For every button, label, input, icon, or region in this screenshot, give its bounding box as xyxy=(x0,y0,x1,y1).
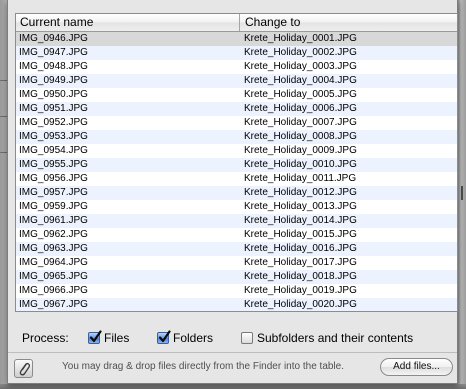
column-header-current-name[interactable]: Current name xyxy=(16,14,240,31)
table-row[interactable]: IMG_0965.JPG Krete_Holiday_0018.JPG xyxy=(16,270,457,284)
current-name-cell: IMG_0955.JPG xyxy=(19,159,88,170)
paperclip-icon xyxy=(19,362,31,376)
change-to-cell: Krete_Holiday_0004.JPG xyxy=(244,75,357,86)
change-to-cell: Krete_Holiday_0003.JPG xyxy=(244,61,357,72)
attach-files-button[interactable] xyxy=(14,359,33,378)
files-checkbox[interactable] xyxy=(88,330,102,344)
table-row[interactable]: IMG_0948.JPG Krete_Holiday_0003.JPG xyxy=(16,60,457,74)
change-to-cell: Krete_Holiday_0008.JPG xyxy=(244,131,357,142)
background-window-bottom-edge xyxy=(0,384,466,389)
current-name-cell: IMG_0962.JPG xyxy=(19,229,88,240)
subfolders-checkbox-label[interactable]: Subfolders and their contents xyxy=(257,330,413,346)
change-to-cell: Krete_Holiday_0013.JPG xyxy=(244,201,357,212)
current-name-cell: IMG_0952.JPG xyxy=(19,117,88,128)
resize-handle[interactable] xyxy=(461,186,463,200)
change-to-cell: Krete_Holiday_0001.JPG xyxy=(244,33,357,44)
files-checkbox-label[interactable]: Files xyxy=(104,330,129,346)
add-files-button[interactable]: Add files... xyxy=(380,358,453,376)
current-name-cell: IMG_0948.JPG xyxy=(19,61,88,72)
current-name-cell: IMG_0956.JPG xyxy=(19,173,88,184)
table-row[interactable]: IMG_0952.JPG Krete_Holiday_0007.JPG xyxy=(16,116,457,130)
table-row[interactable]: IMG_0966.JPG Krete_Holiday_0019.JPG xyxy=(16,284,457,298)
table-row[interactable]: IMG_0954.JPG Krete_Holiday_0009.JPG xyxy=(16,144,457,158)
table-header: Current name Change to xyxy=(16,14,457,32)
current-name-cell: IMG_0949.JPG xyxy=(19,75,88,86)
change-to-cell: Krete_Holiday_0018.JPG xyxy=(244,271,357,282)
table-row[interactable]: IMG_0962.JPG Krete_Holiday_0015.JPG xyxy=(16,228,457,242)
table-row[interactable]: IMG_0947.JPG Krete_Holiday_0002.JPG xyxy=(16,46,457,60)
process-label: Process: xyxy=(22,331,69,345)
table-row[interactable]: IMG_0955.JPG Krete_Holiday_0010.JPG xyxy=(16,158,457,172)
change-to-cell: Krete_Holiday_0009.JPG xyxy=(244,145,357,156)
current-name-cell: IMG_0951.JPG xyxy=(19,103,88,114)
table-row[interactable]: IMG_0949.JPG Krete_Holiday_0004.JPG xyxy=(16,74,457,88)
table-row[interactable]: IMG_0964.JPG Krete_Holiday_0017.JPG xyxy=(16,256,457,270)
table-body: IMG_0946.JPG Krete_Holiday_0001.JPG IMG_09… xyxy=(16,32,457,311)
table-row[interactable]: IMG_0951.JPG Krete_Holiday_0006.JPG xyxy=(16,102,457,116)
change-to-cell: Krete_Holiday_0007.JPG xyxy=(244,117,357,128)
rename-sheet: Current name Change to IMG_0946.JPG Krete… xyxy=(7,0,458,384)
checkmark-icon xyxy=(89,330,102,343)
current-name-cell: IMG_0959.JPG xyxy=(19,201,88,212)
table-row[interactable]: IMG_0953.JPG Krete_Holiday_0008.JPG xyxy=(16,130,457,144)
change-to-cell: Krete_Holiday_0012.JPG xyxy=(244,187,357,198)
checkmark-icon xyxy=(158,330,171,343)
change-to-cell: Krete_Holiday_0014.JPG xyxy=(244,215,357,226)
current-name-cell: IMG_0950.JPG xyxy=(19,89,88,100)
change-to-cell: Krete_Holiday_0020.JPG xyxy=(244,299,357,310)
folders-checkbox[interactable] xyxy=(157,330,171,344)
folders-checkbox-label[interactable]: Folders xyxy=(173,330,213,346)
change-to-cell: Krete_Holiday_0019.JPG xyxy=(244,285,357,296)
current-name-cell: IMG_0967.JPG xyxy=(19,299,88,310)
subfolders-checkbox[interactable] xyxy=(241,332,253,344)
table-row[interactable]: IMG_0967.JPG Krete_Holiday_0020.JPG xyxy=(16,298,457,311)
table-row[interactable]: IMG_0946.JPG Krete_Holiday_0001.JPG xyxy=(16,32,457,46)
current-name-cell: IMG_0947.JPG xyxy=(19,47,88,58)
table-row[interactable]: IMG_0950.JPG Krete_Holiday_0005.JPG xyxy=(16,88,457,102)
current-name-cell: IMG_0954.JPG xyxy=(19,145,88,156)
table-row[interactable]: IMG_0956.JPG Krete_Holiday_0011.JPG xyxy=(16,172,457,186)
column-header-change-to[interactable]: Change to xyxy=(241,14,457,31)
drag-drop-hint: You may drag & drop files directly from … xyxy=(62,361,344,372)
change-to-cell: Krete_Holiday_0005.JPG xyxy=(244,89,357,100)
change-to-cell: Krete_Holiday_0006.JPG xyxy=(244,103,357,114)
table-row[interactable]: IMG_0961.JPG Krete_Holiday_0014.JPG xyxy=(16,214,457,228)
change-to-cell: Krete_Holiday_0017.JPG xyxy=(244,257,357,268)
current-name-cell: IMG_0966.JPG xyxy=(19,285,88,296)
table-row[interactable]: IMG_0957.JPG Krete_Holiday_0012.JPG xyxy=(16,186,457,200)
current-name-cell: IMG_0963.JPG xyxy=(19,243,88,254)
table-row[interactable]: IMG_0963.JPG Krete_Holiday_0016.JPG xyxy=(16,242,457,256)
current-name-cell: IMG_0953.JPG xyxy=(19,131,88,142)
rename-table[interactable]: Current name Change to IMG_0946.JPG Krete… xyxy=(15,13,458,312)
current-name-cell: IMG_0964.JPG xyxy=(19,257,88,268)
table-row[interactable]: IMG_0959.JPG Krete_Holiday_0013.JPG xyxy=(16,200,457,214)
change-to-cell: Krete_Holiday_0011.JPG xyxy=(244,173,357,184)
current-name-cell: IMG_0965.JPG xyxy=(19,271,88,282)
current-name-cell: IMG_0961.JPG xyxy=(19,215,88,226)
change-to-cell: Krete_Holiday_0016.JPG xyxy=(244,243,357,254)
current-name-cell: IMG_0946.JPG xyxy=(19,33,88,44)
change-to-cell: Krete_Holiday_0010.JPG xyxy=(244,159,357,170)
current-name-cell: IMG_0957.JPG xyxy=(19,187,88,198)
change-to-cell: Krete_Holiday_0002.JPG xyxy=(244,47,357,58)
sheet-footer: You may drag & drop files directly from … xyxy=(8,352,457,383)
change-to-cell: Krete_Holiday_0015.JPG xyxy=(244,229,357,240)
